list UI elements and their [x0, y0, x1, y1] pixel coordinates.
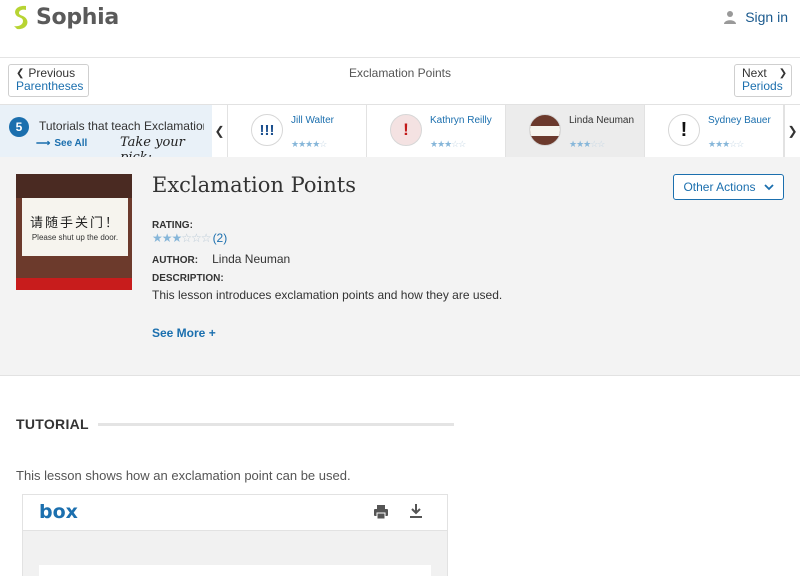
nav-title: Exclamation Points: [348, 66, 452, 80]
lesson-description: This lesson introduces exclamation point…: [152, 288, 503, 302]
carousel-item[interactable]: ! Sydney Bauer ★★★☆☆: [645, 105, 784, 157]
lesson-nav: ❮ Previous Parentheses Exclamation Points…: [0, 58, 800, 102]
star-rating: ★★★☆☆☆: [152, 231, 212, 245]
box-document-embed[interactable]: box: [22, 494, 448, 576]
author-row: AUTHOR: Linda Neuman: [152, 252, 290, 266]
see-all-label: See All: [54, 138, 88, 149]
carousel-prev-button[interactable]: ❮: [212, 105, 228, 157]
user-icon: [724, 11, 737, 24]
heading-divider: [98, 423, 454, 426]
take-your-pick: Take your pick:: [120, 135, 185, 157]
star-rating: ★★★☆☆: [708, 139, 744, 149]
next-target: Periods: [742, 79, 783, 93]
previous-target: Parentheses: [16, 79, 84, 93]
sophia-logo[interactable]: Sophia: [10, 2, 119, 32]
star-rating: ★★★☆☆: [430, 139, 466, 149]
brand-name: Sophia: [36, 4, 119, 30]
tutorial-thumbnail: !: [390, 114, 422, 146]
carousel-intro-title: Tutorials that teach Exclamation Points: [39, 119, 204, 133]
print-icon[interactable]: [373, 504, 389, 520]
document-page: [39, 565, 431, 576]
rating-count-link[interactable]: (2): [213, 231, 228, 245]
carousel-item-active[interactable]: Linda Neuman ★★★☆☆: [506, 105, 645, 157]
other-actions-label: Other Actions: [683, 180, 756, 194]
carousel-intro: 5 Tutorials that teach Exclamation Point…: [0, 105, 212, 157]
tutorial-author: Jill Walter: [291, 115, 334, 126]
chevron-left-icon: ❮: [214, 124, 225, 138]
lesson-image: 请随手关门！ Please shut up the door.: [16, 174, 132, 290]
sign-in-link[interactable]: Sign in: [723, 9, 788, 25]
box-logo: box: [39, 501, 78, 523]
sophia-logo-icon: [14, 5, 28, 30]
document-viewer: [23, 531, 447, 576]
carousel-item[interactable]: !!! Jill Walter ★★★★☆: [228, 105, 367, 157]
previous-button[interactable]: ❮ Previous Parentheses: [8, 64, 89, 97]
other-actions-button[interactable]: Other Actions: [673, 174, 784, 200]
see-more-link[interactable]: See More +: [152, 326, 216, 340]
star-rating: ★★★☆☆: [569, 139, 605, 149]
tutorial-thumbnail: !: [668, 114, 700, 146]
box-toolbar: box: [23, 495, 447, 531]
see-all-link[interactable]: ⟶ See All: [36, 138, 87, 149]
rating-label: RATING:: [152, 220, 193, 231]
sign-chinese-text: 请随手关门！: [29, 215, 120, 230]
carousel-item[interactable]: ! Kathryn Reilly ★★★☆☆: [367, 105, 506, 157]
tutorial-heading: TUTORIAL: [16, 416, 89, 432]
site-header: Sophia Sign in: [0, 0, 800, 58]
lesson-title: Exclamation Points: [152, 173, 356, 197]
next-button[interactable]: Next ❯ Periods: [734, 64, 792, 97]
tutorial-carousel: 5 Tutorials that teach Exclamation Point…: [0, 104, 800, 157]
tutorial-thumbnail: [529, 114, 561, 146]
tutorial-author: Kathryn Reilly: [430, 115, 492, 126]
sign-in-label: Sign in: [745, 9, 788, 25]
star-rating: ★★★★☆: [291, 139, 327, 149]
tutorial-thumbnail: !!!: [251, 114, 283, 146]
author-label: AUTHOR:: [152, 255, 199, 266]
download-icon[interactable]: [408, 503, 424, 519]
arrow-right-icon: ⟶: [36, 138, 51, 149]
author-name: Linda Neuman: [212, 252, 291, 266]
carousel-next-button[interactable]: ❯: [784, 105, 800, 157]
tutorial-author: Linda Neuman: [569, 115, 635, 126]
chevron-down-icon: [763, 183, 774, 190]
tutorial-author: Sydney Bauer: [708, 115, 771, 126]
description-label: DESCRIPTION:: [152, 273, 224, 284]
chevron-right-icon: ❯: [787, 124, 798, 138]
tutorial-count-badge: 5: [9, 117, 29, 137]
lesson-overview: 请随手关门！ Please shut up the door. Exclamat…: [0, 157, 800, 376]
lesson-rating: ★★★☆☆☆ (2): [152, 231, 227, 245]
sign-english-text: Please shut up the door.: [31, 233, 119, 242]
tutorial-description: This lesson shows how an exclamation poi…: [16, 468, 351, 483]
